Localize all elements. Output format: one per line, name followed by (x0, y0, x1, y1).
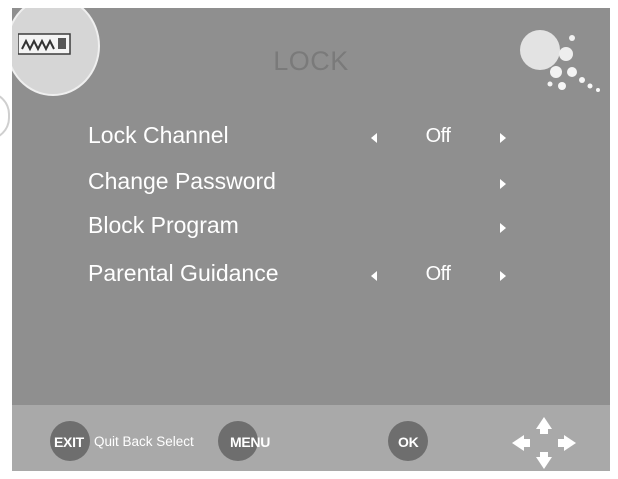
triangle-right-icon[interactable] (500, 271, 506, 281)
menu-item-label: Lock Channel (88, 122, 229, 148)
parental-guidance-value: Off (425, 263, 451, 285)
menu-item-label: Parental Guidance (88, 260, 279, 286)
triangle-right-icon[interactable] (500, 223, 506, 233)
key-hint-bar: EXIT Quit Back Select MENU OK (12, 405, 610, 471)
menu-item-lock-channel[interactable]: Lock Channel Off (88, 116, 528, 156)
menu-item-parental-guidance[interactable]: Parental Guidance Off (88, 254, 528, 294)
left-frame-edge (0, 0, 12, 479)
triangle-right-icon[interactable] (500, 133, 506, 143)
triangle-left-icon[interactable] (371, 133, 377, 143)
four-way-arrows-icon[interactable] (504, 415, 584, 471)
menu-item-label: Block Program (88, 212, 239, 238)
bubbles-decoration-icon (520, 30, 600, 92)
menu-item-block-program[interactable]: Block Program (88, 206, 528, 246)
triangle-right-icon[interactable] (500, 179, 506, 189)
ok-key-label: OK (398, 434, 419, 450)
frame-notch (0, 92, 10, 140)
exit-key-description: Quit Back Select (94, 434, 194, 449)
menu-key-label: MENU (230, 434, 271, 450)
exit-key-label: EXIT (54, 434, 84, 450)
lock-channel-value: Off (425, 125, 451, 147)
triangle-left-icon[interactable] (371, 271, 377, 281)
lock-menu-panel: LOCK Lock Channel Off Change Password Bl… (12, 8, 610, 471)
menu-item-change-password[interactable]: Change Password (88, 162, 528, 202)
menu-item-label: Change Password (88, 168, 276, 194)
